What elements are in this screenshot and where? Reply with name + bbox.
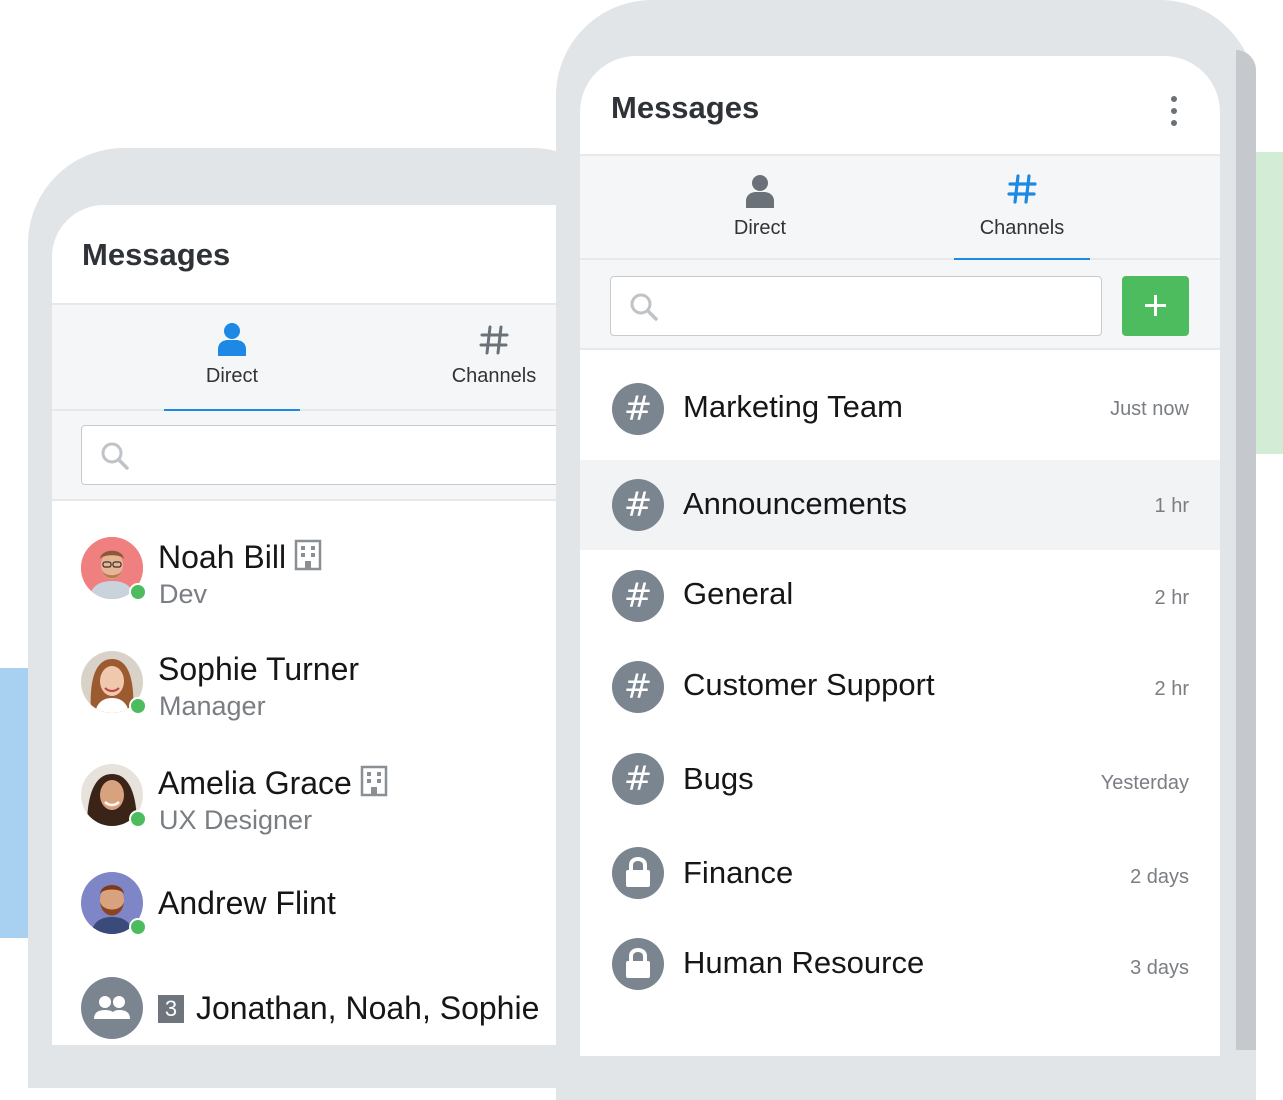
person-icon: [218, 323, 246, 356]
hash-icon: [479, 325, 509, 355]
channel-row[interactable]: # Bugs Yesterday: [580, 734, 1220, 824]
tab-label: Channels: [979, 217, 1065, 239]
channel-time: 3 days: [1130, 957, 1189, 979]
search-bar: [52, 411, 572, 501]
channel-time: 2 hr: [1154, 587, 1189, 609]
search-bar: [580, 260, 1220, 350]
channel-name: Bugs: [683, 761, 754, 796]
tab-label: Direct: [205, 365, 259, 387]
tab-direct[interactable]: Direct: [700, 156, 820, 258]
contact-role: UX Designer: [159, 805, 313, 835]
member-count-badge: 3: [158, 995, 184, 1023]
online-status-indicator: [129, 697, 147, 715]
group-avatar: [81, 977, 143, 1039]
contact-name: Andrew Flint: [158, 885, 336, 921]
hash-icon: #: [612, 661, 664, 713]
person-icon: [746, 175, 774, 208]
channel-row[interactable]: # Announcements 1 hr: [580, 460, 1220, 550]
contact-name: 3 Jonathan, Noah, Sophie: [158, 990, 539, 1027]
lock-icon: [612, 938, 664, 990]
phone-frame-edge: [1236, 50, 1256, 1050]
add-channel-button[interactable]: [1122, 276, 1189, 336]
group-icon: [94, 996, 130, 1019]
left-phone-screen: Messages Direct Channels Noah Bill Dev S…: [52, 205, 572, 1045]
hash-icon: [1007, 174, 1037, 204]
contact-name-text: Noah Bill: [158, 539, 287, 575]
contact-name: Noah Bill: [158, 539, 322, 576]
search-icon: [101, 442, 129, 470]
online-status-indicator: [129, 918, 147, 936]
channel-row[interactable]: Human Resource 3 days: [580, 918, 1220, 1008]
building-icon: [294, 539, 322, 571]
channel-row[interactable]: Finance 2 days: [580, 828, 1220, 918]
channel-time: Just now: [1110, 398, 1189, 420]
online-status-indicator: [129, 810, 147, 828]
building-icon: [360, 765, 388, 797]
channel-time: 2 days: [1130, 866, 1189, 888]
contact-row[interactable]: 3 Jonathan, Noah, Sophie: [52, 961, 572, 1045]
app-header: Messages: [580, 56, 1220, 156]
kebab-menu-icon[interactable]: [1164, 94, 1184, 128]
channel-row[interactable]: # Customer Support 2 hr: [580, 641, 1220, 731]
page-title: Messages: [611, 90, 760, 125]
tab-channels[interactable]: Channels: [432, 305, 556, 409]
channel-name: Finance: [683, 855, 794, 890]
contact-name: Amelia Grace: [158, 765, 388, 802]
channel-name: Announcements: [683, 486, 908, 521]
search-input[interactable]: [81, 425, 572, 485]
online-status-indicator: [129, 583, 147, 601]
channel-time: Yesterday: [1100, 772, 1189, 794]
hash-icon: #: [612, 570, 664, 622]
channel-name: Marketing Team: [683, 389, 903, 424]
search-icon: [630, 293, 658, 321]
contact-row[interactable]: Sophie Turner Manager: [52, 635, 572, 725]
tab-label: Direct: [733, 217, 787, 239]
channel-name: Customer Support: [683, 667, 935, 702]
channel-time: 1 hr: [1154, 495, 1189, 517]
contact-row[interactable]: Amelia Grace UX Designer: [52, 748, 572, 838]
hash-icon: #: [612, 383, 664, 435]
app-header: Messages: [52, 205, 572, 305]
tab-bar: Direct Channels: [52, 305, 572, 411]
lock-glyph: [626, 857, 650, 887]
channel-name: General: [683, 576, 794, 611]
right-phone-screen: Messages Direct Channels # Marketing Tea…: [580, 56, 1220, 1056]
contact-row[interactable]: Andrew Flint: [52, 856, 572, 946]
channel-row[interactable]: # General 2 hr: [580, 550, 1220, 640]
hash-icon: #: [612, 753, 664, 805]
page-title: Messages: [82, 237, 231, 272]
contact-name-text: Jonathan, Noah, Sophie: [196, 990, 540, 1026]
hash-icon: #: [612, 479, 664, 531]
tab-label: Channels: [451, 365, 537, 387]
tab-direct[interactable]: Direct: [164, 305, 300, 411]
lock-glyph: [626, 948, 650, 978]
contact-name: Sophie Turner: [158, 651, 360, 687]
channel-time: 2 hr: [1154, 678, 1189, 700]
contact-row[interactable]: Noah Bill Dev: [52, 521, 572, 611]
contact-role: Dev: [159, 579, 208, 609]
contact-role: Manager: [159, 691, 266, 721]
tab-bar: Direct Channels: [580, 156, 1220, 260]
channel-name: Human Resource: [683, 945, 925, 980]
tab-channels[interactable]: Channels: [954, 156, 1090, 260]
lock-icon: [612, 847, 664, 899]
channel-row[interactable]: # Marketing Team Just now: [580, 362, 1220, 452]
search-input[interactable]: [610, 276, 1102, 336]
contact-name-text: Amelia Grace: [158, 765, 352, 801]
